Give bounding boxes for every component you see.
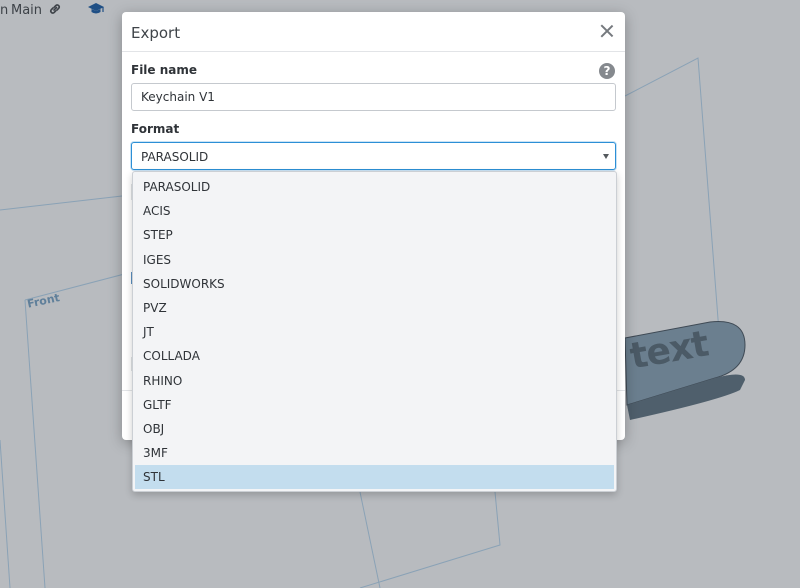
file-name-input[interactable] <box>131 83 616 111</box>
close-icon[interactable] <box>599 23 615 39</box>
format-option-iges[interactable]: IGES <box>135 248 614 272</box>
format-selected-value: PARASOLID <box>141 150 209 164</box>
dialog-title: Export <box>131 24 181 42</box>
format-dropdown-list[interactable]: PARASOLID ACIS STEP IGES SOLIDWORKS PVZ … <box>132 171 617 492</box>
format-option-collada[interactable]: COLLADA <box>135 344 614 368</box>
graduation-cap-icon[interactable] <box>87 1 105 17</box>
format-option-jt[interactable]: JT <box>135 320 614 344</box>
format-option-rhino[interactable]: RHINO <box>135 369 614 393</box>
dialog-header: Export <box>122 12 625 52</box>
format-label: Format <box>131 122 180 136</box>
link-icon[interactable] <box>48 2 62 16</box>
breadcrumb-fragment: n <box>0 3 9 18</box>
format-option-pvz[interactable]: PVZ <box>135 296 614 320</box>
format-option-gltf[interactable]: GLTF <box>135 393 614 417</box>
format-option-obj[interactable]: OBJ <box>135 417 614 441</box>
caret-down-icon <box>603 154 609 159</box>
format-option-3mf[interactable]: 3MF <box>135 441 614 465</box>
format-option-solidworks[interactable]: SOLIDWORKS <box>135 272 614 296</box>
breadcrumb-main[interactable]: Main <box>11 3 42 18</box>
format-option-stl[interactable]: STL <box>135 465 614 490</box>
format-option-step[interactable]: STEP <box>135 223 614 247</box>
help-icon[interactable]: ? <box>599 63 615 79</box>
format-option-parasolid[interactable]: PARASOLID <box>135 175 614 199</box>
format-option-acis[interactable]: ACIS <box>135 199 614 223</box>
format-select[interactable]: PARASOLID <box>131 142 616 170</box>
file-name-label: File name <box>131 63 198 77</box>
